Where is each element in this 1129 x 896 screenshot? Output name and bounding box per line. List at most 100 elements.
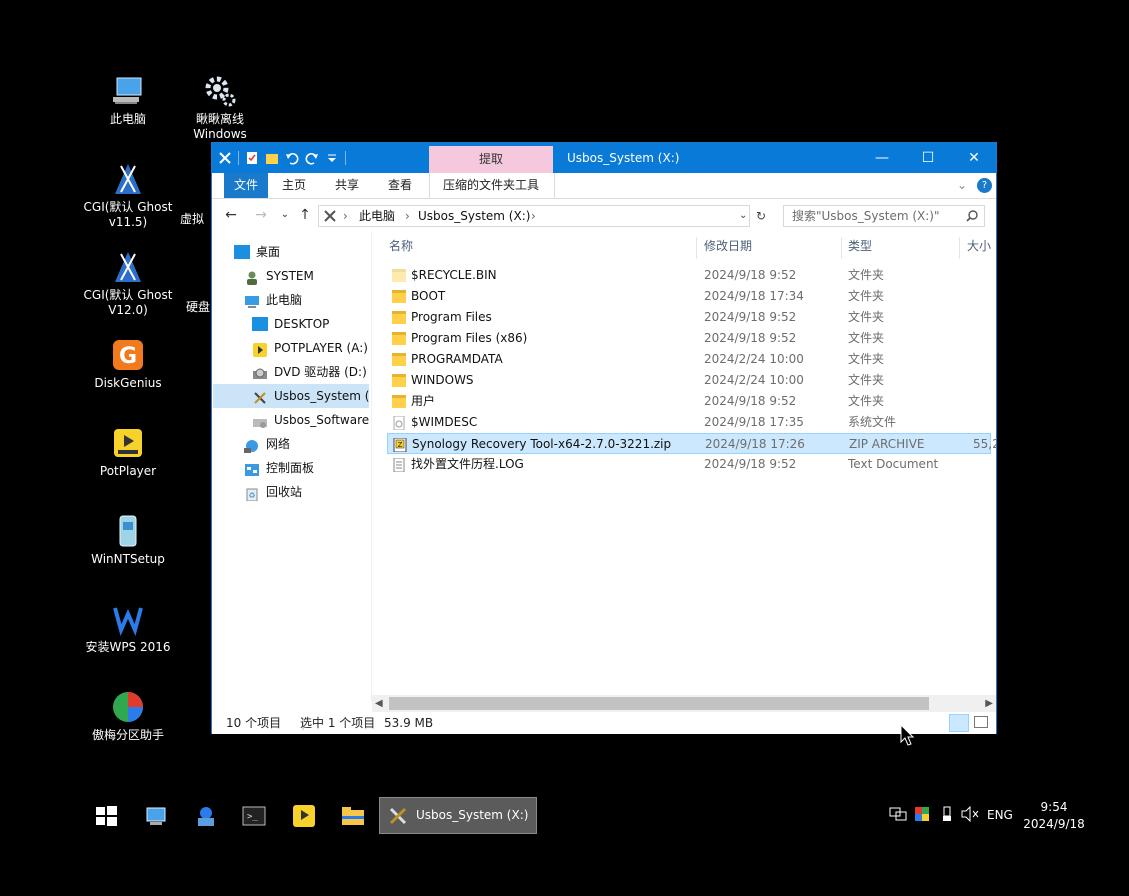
desktop-icon-wps[interactable]: 安装WPS 2016	[80, 602, 176, 655]
file-row[interactable]: Program Files 2024/9/18 9:52 文件夹	[387, 307, 991, 328]
file-row[interactable]: 用户 2024/9/18 9:52 文件夹	[387, 391, 991, 412]
breadcrumb-separator[interactable]: ›	[531, 206, 536, 226]
folder-icon	[392, 290, 406, 303]
details-view-icon[interactable]	[949, 714, 969, 732]
horizontal-scrollbar[interactable]: ◀ ▶	[372, 695, 996, 712]
ribbon-expand-icon[interactable]: ⌄	[957, 173, 967, 198]
tab-file[interactable]: 文件	[224, 173, 268, 198]
desktop-icon-virtual-partial[interactable]: 虚拟	[180, 162, 210, 227]
maximize-button[interactable]: ☐	[905, 143, 951, 173]
column-divider[interactable]	[696, 237, 697, 259]
title-bar[interactable]: 提取 Usbos_System (X:) — ☐ ✕	[212, 143, 996, 173]
desktop-icon-winntsetup[interactable]: WinNTSetup	[80, 514, 176, 567]
breadcrumb-this-pc[interactable]: 此电脑	[359, 206, 395, 226]
file-row[interactable]: PROGRAMDATA 2024/2/24 10:00 文件夹	[387, 349, 991, 370]
desktop-icon-aomei[interactable]: 傲梅分区助手	[80, 690, 176, 743]
desktop-icon-offline-windows[interactable]: 瞅瞅离线 Windows	[172, 74, 268, 142]
file-row-selected[interactable]: Z Synology Recovery Tool-x64-2.7.0-3221.…	[387, 433, 996, 454]
column-divider[interactable]	[841, 237, 842, 259]
tab-view[interactable]: 查看	[388, 173, 412, 198]
desktop-icon-cgi-12[interactable]: CGI(默认 Ghost V12.0)	[80, 250, 176, 318]
address-dropdown-icon[interactable]: ⌄	[739, 206, 747, 226]
taskbar-clock[interactable]: 9:54 2024/9/18	[1022, 799, 1086, 833]
desktop-icon-cgi-11[interactable]: CGI(默认 Ghost v11.5)	[80, 162, 176, 230]
desktop-icon-this-pc[interactable]: 此电脑	[80, 74, 176, 127]
network-tray-icon[interactable]	[889, 806, 907, 825]
help-icon[interactable]: ?	[977, 178, 992, 193]
forward-button[interactable]: →	[252, 206, 270, 224]
column-date-modified[interactable]: 修改日期	[704, 231, 752, 261]
file-row[interactable]: BOOT 2024/9/18 17:34 文件夹	[387, 286, 991, 307]
potplayer-icon	[111, 426, 145, 460]
taskbar-app-computer-icon[interactable]	[144, 804, 168, 828]
tab-share[interactable]: 共享	[335, 173, 359, 198]
usbos-drive-icon	[389, 807, 407, 825]
pane-splitter[interactable]	[371, 231, 372, 701]
partial-icon	[202, 174, 210, 208]
language-indicator[interactable]: ENG	[987, 808, 1013, 822]
desktop-icon-diskgenius[interactable]: G DiskGenius	[80, 338, 176, 391]
taskbar-app-file-explorer-icon[interactable]	[341, 804, 365, 828]
search-placeholder: 搜索"Usbos_System (X:)"	[792, 209, 940, 223]
recent-locations-button[interactable]: ⌄	[276, 206, 294, 224]
breadcrumb-separator[interactable]: ›	[343, 206, 348, 226]
nav-item-usbos-system[interactable]: Usbos_System (X:)	[213, 384, 369, 408]
nav-item-dvd-drive[interactable]: DVD 驱动器 (D:)	[252, 360, 367, 384]
column-size[interactable]: 大小	[967, 231, 991, 261]
taskbar-app-cmd-icon[interactable]: >_	[242, 804, 266, 828]
desktop-icon-disk-partial[interactable]: 硬盘	[186, 250, 210, 315]
nav-item-desktop[interactable]: 桌面	[234, 240, 280, 264]
start-button[interactable]	[94, 804, 118, 828]
taskbar-active-window[interactable]: Usbos_System (X:)	[379, 797, 537, 834]
tab-home[interactable]: 主页	[282, 173, 306, 198]
usb-tray-icon[interactable]	[941, 806, 953, 825]
folder-icon	[392, 332, 406, 345]
file-row[interactable]: Program Files (x86) 2024/9/18 9:52 文件夹	[387, 328, 991, 349]
search-input[interactable]: 搜索"Usbos_System (X:)"	[783, 205, 985, 227]
scrollbar-thumb[interactable]	[389, 697, 929, 710]
file-row[interactable]: WINDOWS 2024/2/24 10:00 文件夹	[387, 370, 991, 391]
explorer-window[interactable]: 提取 Usbos_System (X:) — ☐ ✕ 文件 主页 共享 查看 压…	[211, 142, 997, 734]
computer-icon	[111, 74, 145, 108]
folder-icon	[392, 374, 406, 387]
redo-icon[interactable]	[305, 151, 319, 165]
nav-item-potplayer-drive[interactable]: POTPLAYER (A:)	[252, 336, 368, 360]
context-tab-extract[interactable]: 提取	[429, 146, 553, 173]
scroll-right-arrow-icon[interactable]: ▶	[985, 695, 993, 712]
folder-icon	[392, 311, 406, 324]
nav-item-desktop-folder[interactable]: DESKTOP	[252, 312, 329, 336]
nav-item-usbos-software[interactable]: Usbos_Software	[252, 408, 369, 432]
back-button[interactable]: ←	[222, 206, 240, 224]
minimize-button[interactable]: —	[859, 143, 905, 173]
large-icons-view-icon[interactable]	[974, 716, 988, 728]
taskbar-app-network-icon[interactable]	[194, 804, 218, 828]
column-divider[interactable]	[959, 237, 960, 259]
file-row[interactable]: $WIMDESC 2024/9/18 17:35 系统文件	[387, 412, 991, 433]
tab-compressed-folder-tools[interactable]: 压缩的文件夹工具	[443, 173, 539, 198]
refresh-icon[interactable]: ↻	[752, 206, 770, 226]
breadcrumb-separator[interactable]: ›	[405, 206, 410, 226]
display-tray-icon[interactable]	[914, 806, 930, 825]
column-name[interactable]: 名称	[389, 231, 413, 261]
properties-icon[interactable]	[245, 151, 259, 165]
breadcrumb-usbos-system[interactable]: Usbos_System (X:)	[418, 206, 530, 226]
new-folder-icon[interactable]	[265, 151, 279, 165]
up-button[interactable]: ↑	[296, 206, 314, 224]
taskbar-app-potplayer-icon[interactable]	[292, 804, 316, 828]
desktop-icon-potplayer[interactable]: PotPlayer	[80, 426, 176, 479]
file-row[interactable]: $RECYCLE.BIN 2024/9/18 9:52 文件夹	[387, 265, 991, 286]
nav-item-this-pc[interactable]: 此电脑	[244, 288, 302, 312]
nav-item-control-panel[interactable]: 控制面板	[244, 456, 314, 480]
customize-toolbar-icon[interactable]	[325, 151, 339, 165]
volume-muted-icon[interactable]	[961, 805, 979, 825]
close-button[interactable]: ✕	[951, 143, 997, 173]
column-type[interactable]: 类型	[848, 231, 872, 261]
nav-item-network[interactable]: 网络	[244, 432, 290, 456]
nav-item-system[interactable]: SYSTEM	[244, 264, 314, 288]
undo-icon[interactable]	[285, 151, 299, 165]
scroll-left-arrow-icon[interactable]: ◀	[375, 695, 383, 712]
nav-item-recycle-bin[interactable]: ♻ 回收站	[244, 480, 302, 504]
address-bar[interactable]: › 此电脑 › Usbos_System (X:) › ⌄	[318, 205, 750, 227]
svg-text:Z: Z	[398, 441, 403, 449]
file-row[interactable]: 找外置文件历程.LOG 2024/9/18 9:52 Text Document	[387, 454, 991, 475]
